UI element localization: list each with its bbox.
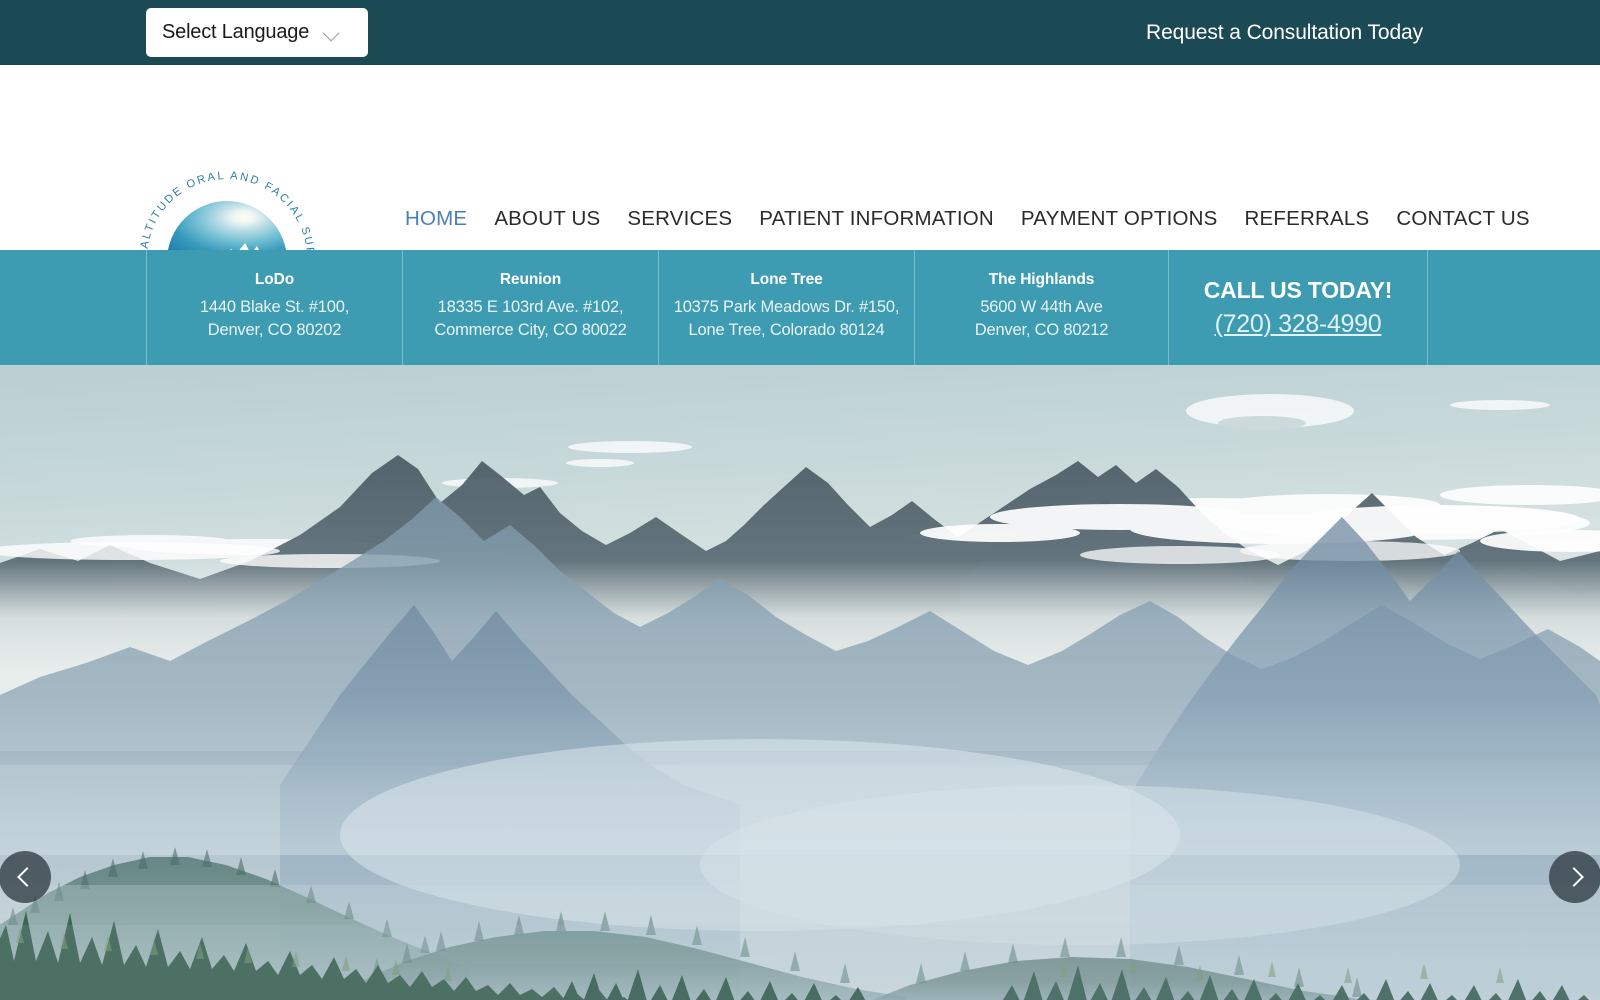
location-name: Reunion	[499, 271, 562, 288]
location-address-line1: 5600 W 44th Ave	[980, 298, 1103, 316]
location-card-reunion[interactable]: Reunion 18335 E 103rd Ave. #102, Commerc…	[402, 250, 658, 365]
phone-number-link[interactable]: (720) 328-4990	[1215, 310, 1382, 339]
hero-slider	[0, 365, 1600, 1000]
location-name: LoDo	[254, 271, 295, 288]
nav-item-referrals[interactable]: REFERRALS	[1245, 207, 1370, 231]
call-us-today-block[interactable]: CALL US TODAY! (720) 328-4990	[1168, 250, 1427, 365]
nav-item-contact-us[interactable]: CONTACT US	[1396, 207, 1529, 231]
location-address-line2: Denver, CO 80212	[974, 321, 1109, 339]
main-navigation: HOME ABOUT US SERVICES PATIENT INFORMATI…	[405, 207, 1530, 231]
location-card-lone-tree[interactable]: Lone Tree 10375 Park Meadows Dr. #150, L…	[658, 250, 914, 365]
slider-prev-button[interactable]	[0, 851, 51, 903]
nav-item-payment-options[interactable]: PAYMENT OPTIONS	[1021, 207, 1218, 231]
location-address-line2: Lone Tree, Colorado 80124	[688, 321, 885, 339]
chevron-left-icon	[18, 870, 32, 884]
location-address-line2: Commerce City, CO 80022	[434, 321, 627, 339]
language-select[interactable]: Select Language	[146, 8, 368, 57]
request-consultation-link[interactable]: Request a Consultation Today	[1146, 21, 1423, 45]
location-card-the-highlands[interactable]: The Highlands 5600 W 44th Ave Denver, CO…	[914, 250, 1168, 365]
site-header: ALTITUDE ORAL AND FACIAL SURGERY HOME AB…	[0, 65, 1600, 269]
locations-left-spacer	[0, 250, 146, 365]
location-name: Lone Tree	[750, 271, 823, 288]
hero-slide-image	[0, 365, 1600, 1000]
chevron-down-icon	[324, 25, 340, 41]
nav-item-services[interactable]: SERVICES	[627, 207, 732, 231]
nav-item-home[interactable]: HOME	[405, 207, 467, 231]
language-select-label: Select Language	[162, 21, 310, 43]
location-address-line2: Denver, CO 80202	[207, 321, 342, 339]
location-name: The Highlands	[988, 271, 1095, 288]
call-us-title: CALL US TODAY!	[1203, 276, 1393, 303]
chevron-right-icon	[1568, 870, 1582, 884]
locations-right-spacer	[1427, 250, 1600, 365]
slider-next-button[interactable]	[1549, 851, 1600, 903]
top-utility-bar: Select Language Request a Consultation T…	[0, 0, 1600, 65]
locations-bar: LoDo 1440 Blake St. #100, Denver, CO 802…	[0, 250, 1600, 365]
nav-item-about-us[interactable]: ABOUT US	[494, 207, 600, 231]
location-address-line1: 10375 Park Meadows Dr. #150,	[673, 298, 900, 316]
location-address-line1: 18335 E 103rd Ave. #102,	[437, 298, 624, 316]
location-address-line1: 1440 Blake St. #100,	[199, 298, 350, 316]
location-card-lodo[interactable]: LoDo 1440 Blake St. #100, Denver, CO 802…	[146, 250, 402, 365]
nav-item-patient-information[interactable]: PATIENT INFORMATION	[759, 207, 994, 231]
